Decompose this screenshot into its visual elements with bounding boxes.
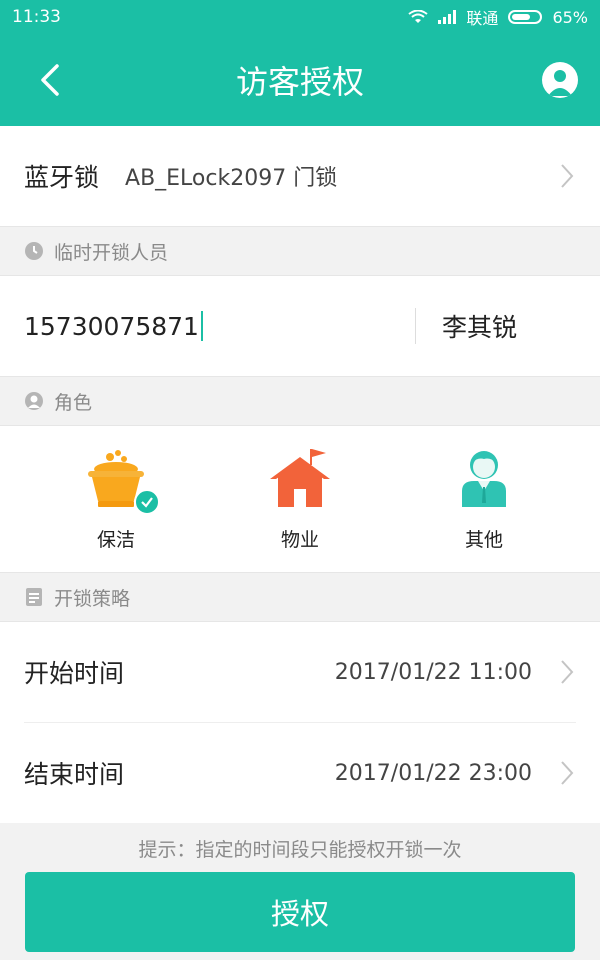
status-indicators: 联通 65% [408,5,588,29]
carrier-label: 联通 [466,9,499,28]
strategy-section-title: 开锁策略 [54,587,131,610]
phone-input[interactable]: 15730075871 [24,311,415,341]
status-bar: 11:33 联通 65% [0,0,600,34]
role-other-label: 其他 [464,528,503,551]
status-time: 11:33 [12,7,61,27]
user-avatar-icon [548,70,572,96]
text-cursor [200,311,203,341]
battery-percent: 65% [552,7,588,27]
vertical-divider [415,308,416,344]
clock-icon [24,241,44,261]
house-flag-icon [268,447,332,511]
app-header: 访客授权 [0,34,600,126]
temp-person-section-header: 临时开锁人员 [0,226,600,276]
temp-person-row: 15730075871 李其锐 [0,276,600,376]
bluetooth-lock-row[interactable]: 蓝牙锁 AB_ELock2097 门锁 [0,126,600,226]
cleaning-basin-icon [84,447,160,515]
end-time-value: 2017/01/22 23:00 [334,760,532,786]
roles-section-title: 角色 [54,391,93,414]
wifi-icon [408,10,429,23]
role-other[interactable]: 其他 [414,447,554,552]
roles-row: 保洁 物业 其他 [0,426,600,572]
strategy-section-header: 开锁策略 [0,572,600,622]
lock-label: 蓝牙锁 [24,163,100,192]
person-circle-icon [24,391,44,411]
role-property-label: 物业 [280,528,319,551]
document-icon [24,587,44,607]
role-cleaning[interactable]: 保洁 [46,447,186,552]
role-property[interactable]: 物业 [230,447,370,552]
time-block: 开始时间 2017/01/22 11:00 结束时间 2017/01/22 23… [0,622,600,823]
chevron-right-icon [561,660,574,684]
signal-icon [438,10,457,24]
role-cleaning-label: 保洁 [96,528,135,551]
chevron-right-icon [561,761,574,785]
chevron-right-icon [561,164,574,188]
profile-button[interactable] [542,62,578,98]
page-title: 访客授权 [235,63,364,101]
start-time-value: 2017/01/22 11:00 [334,659,532,685]
selected-check-icon [134,488,160,515]
start-time-label: 开始时间 [24,659,125,688]
start-time-row[interactable]: 开始时间 2017/01/22 11:00 [24,622,576,722]
authorize-button[interactable]: 授权 [25,872,575,952]
back-arrow-icon [41,64,59,96]
phone-value: 15730075871 [24,311,199,341]
roles-section-header: 角色 [0,376,600,426]
hint-text: 提示：指定的时间段只能授权开锁一次 [138,838,462,861]
end-time-row[interactable]: 结束时间 2017/01/22 23:00 [24,722,576,823]
person-icon [452,447,516,511]
battery-icon [508,10,543,24]
app-screen: 11:33 联通 65% 访客授权 蓝牙锁 AB_ELock2097 门锁 临时… [0,0,600,960]
back-button[interactable] [30,60,70,100]
name-field[interactable]: 李其锐 [442,308,576,344]
lock-value: AB_ELock2097 门锁 [125,166,338,191]
end-time-label: 结束时间 [24,760,125,789]
temp-person-section-title: 临时开锁人员 [54,241,169,264]
